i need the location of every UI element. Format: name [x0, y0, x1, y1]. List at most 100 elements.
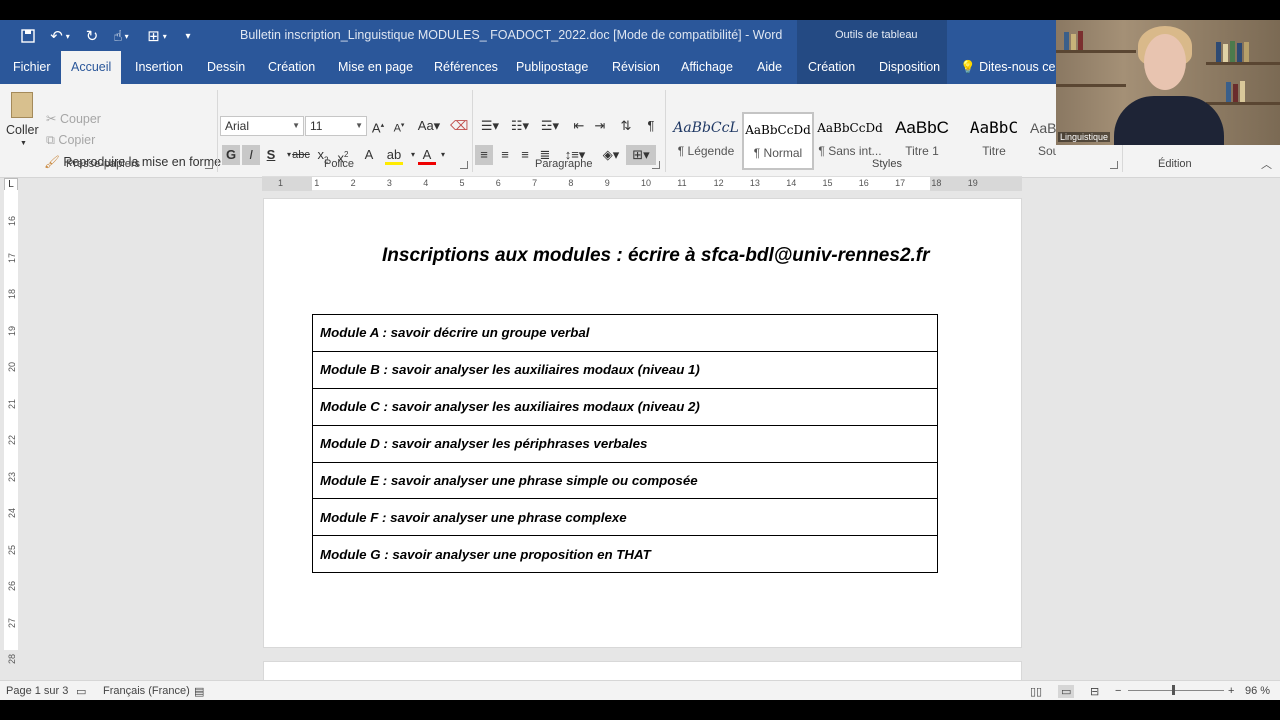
ruler-tick: 9	[604, 178, 610, 188]
redo-icon[interactable]: ↻	[82, 25, 102, 47]
ruler-tick: 11	[677, 178, 687, 188]
table-icon[interactable]: ⊞ ▾	[142, 25, 172, 47]
decrease-indent-icon[interactable]: ⇤	[570, 116, 588, 136]
module-cell[interactable]: Module C : savoir analyser les auxiliair…	[312, 387, 938, 426]
tab-references[interactable]: Références	[434, 51, 498, 84]
tab-publipostage[interactable]: Publipostage	[516, 51, 588, 84]
strikethrough-button[interactable]: abc	[290, 145, 312, 165]
tab-revision[interactable]: Révision	[612, 51, 660, 84]
customize-qat-icon[interactable]: ▾	[182, 25, 194, 47]
tab-accueil[interactable]: Accueil	[61, 51, 122, 84]
sort-icon[interactable]: ⇅	[617, 116, 635, 136]
underline-button[interactable]: S	[262, 145, 280, 165]
style-name: ¶ Normal	[753, 146, 803, 160]
horizontal-ruler[interactable]: 1 1 2 3 4 5 6 7 8 9 10 11 12 13 14 15 16 17 18 19	[262, 176, 1022, 191]
pilcrow-icon[interactable]: ¶	[642, 116, 660, 136]
tab-table-creation[interactable]: Création	[808, 51, 855, 84]
style-normal[interactable]: AaBbCcDd ¶ Normal	[742, 112, 814, 170]
tab-insertion[interactable]: Insertion	[135, 51, 183, 84]
tab-aide[interactable]: Aide	[757, 51, 782, 84]
ruler-tick: 6	[495, 178, 501, 188]
tab-disposition[interactable]: Disposition	[879, 51, 940, 84]
save-icon[interactable]	[18, 25, 38, 47]
shading-icon[interactable]: ◈▾	[598, 145, 624, 165]
bullets-icon[interactable]: ☰▾	[477, 116, 503, 136]
align-right-icon[interactable]: ≡	[516, 145, 534, 165]
grow-font-icon[interactable]: A▴	[369, 116, 387, 136]
ruler-tick: 27	[7, 617, 17, 628]
cut-label: Couper	[59, 112, 101, 126]
book	[1071, 34, 1076, 50]
touch-mode-icon[interactable]: ☝ ▾	[108, 25, 134, 47]
numbering-icon[interactable]: ☷▾	[507, 116, 533, 136]
font-name-select[interactable]: Arial ▼	[220, 116, 304, 136]
clipboard-launcher-icon[interactable]	[205, 161, 213, 169]
chevron-down-icon: ▼	[355, 121, 363, 130]
document-page[interactable]: Inscriptions aux modules : écrire à sfca…	[263, 198, 1022, 648]
highlight-icon[interactable]: ab	[385, 145, 403, 165]
table-row: Module B : savoir analyser les auxiliair…	[312, 350, 938, 389]
zoom-slider[interactable]	[1128, 690, 1224, 691]
clear-formatting-icon[interactable]: ⌫	[450, 116, 468, 136]
proofing-icon[interactable]: ▭	[76, 685, 86, 698]
style-legende[interactable]: AaBbCcL ¶ Légende	[670, 112, 742, 170]
increase-indent-icon[interactable]: ⇥	[591, 116, 609, 136]
module-cell[interactable]: Module D : savoir analyser les périphras…	[312, 424, 938, 463]
zoom-out-icon[interactable]: −	[1115, 685, 1121, 697]
ruler-tick: 17	[7, 252, 17, 263]
copy-button[interactable]: ⧉ Copier	[46, 133, 95, 148]
tab-dessin[interactable]: Dessin	[207, 51, 245, 84]
module-cell[interactable]: Module G : savoir analyser une propositi…	[312, 535, 938, 574]
collapse-ribbon-icon[interactable]: ︿	[1261, 156, 1272, 172]
tab-creation[interactable]: Création	[268, 51, 315, 84]
shrink-font-icon[interactable]: A▾	[390, 116, 408, 136]
zoom-slider-thumb[interactable]	[1172, 685, 1175, 695]
paste-label: Coller	[6, 123, 39, 137]
modules-table[interactable]: Module A : savoir décrire un groupe verb…	[312, 314, 938, 574]
module-cell[interactable]: Module E : savoir analyser une phrase si…	[312, 461, 938, 500]
tab-fichier[interactable]: Fichier	[13, 51, 51, 84]
ruler-tick: 18	[931, 178, 942, 188]
paragraph-launcher-icon[interactable]	[652, 161, 660, 169]
change-case-icon[interactable]: Aa▾	[416, 116, 442, 136]
paragraph-group-label: Paragraphe	[535, 158, 593, 170]
paste-button[interactable]: Coller ▼	[6, 90, 40, 147]
zoom-level[interactable]: 96 %	[1245, 685, 1270, 697]
chevron-down-icon[interactable]: ▾	[434, 145, 452, 165]
document-page-2[interactable]	[263, 661, 1022, 681]
italic-button[interactable]: I	[242, 145, 260, 165]
text-effects-icon[interactable]: A	[360, 145, 378, 165]
table-row: Module C : savoir analyser les auxiliair…	[312, 387, 938, 426]
tab-mise-en-page[interactable]: Mise en page	[338, 51, 413, 84]
book	[1230, 41, 1235, 62]
font-launcher-icon[interactable]	[460, 161, 468, 169]
read-mode-icon[interactable]: ▯▯	[1030, 685, 1042, 698]
align-left-icon[interactable]: ≡	[475, 145, 493, 165]
font-size-select[interactable]: 11 ▼	[305, 116, 367, 136]
module-cell[interactable]: Module B : savoir analyser les auxiliair…	[312, 350, 938, 389]
module-cell[interactable]: Module F : savoir analyser une phrase co…	[312, 498, 938, 537]
tab-affichage[interactable]: Affichage	[681, 51, 733, 84]
zoom-in-icon[interactable]: +	[1228, 685, 1234, 697]
vertical-ruler[interactable]: 16 17 18 19 20 21 22 23 24 25 26 27 28	[4, 190, 18, 664]
print-layout-icon[interactable]: ▭	[1058, 685, 1075, 698]
language-indicator[interactable]: Français (France)	[103, 685, 190, 697]
cut-button[interactable]: ✂ Couper	[46, 111, 101, 126]
ruler-tick: 3	[386, 178, 392, 188]
style-titre[interactable]: AaBbC Titre	[958, 112, 1030, 170]
style-sous-titre[interactable]: AaBb Sous	[1030, 112, 1056, 170]
ruler-tick: 17	[895, 178, 906, 188]
macro-record-icon[interactable]: ▤	[194, 685, 204, 698]
ruler-tick: 10	[641, 178, 652, 188]
multilevel-list-icon[interactable]: ☲▾	[537, 116, 563, 136]
align-center-icon[interactable]: ≡	[496, 145, 514, 165]
styles-launcher-icon[interactable]	[1110, 161, 1118, 169]
book	[1244, 42, 1249, 62]
undo-icon[interactable]: ↶ ▾	[46, 25, 74, 47]
module-cell[interactable]: Module A : savoir décrire un groupe verb…	[312, 314, 938, 352]
page-count[interactable]: Page 1 sur 3	[6, 685, 68, 697]
bold-button[interactable]: G	[222, 145, 240, 165]
style-name: ¶ Légende	[677, 144, 735, 158]
tell-me-box[interactable]: 💡 Dites-nous ce q	[960, 51, 1066, 84]
web-layout-icon[interactable]: ⊟	[1090, 685, 1099, 698]
